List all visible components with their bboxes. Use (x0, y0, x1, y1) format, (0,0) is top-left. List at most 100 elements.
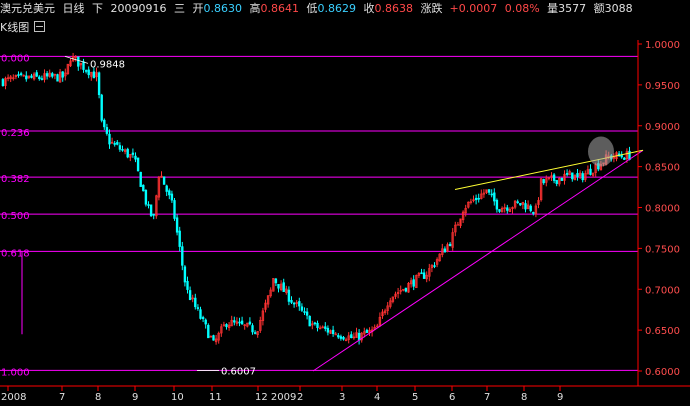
price-tick-label: 1.0000 (645, 40, 680, 51)
candle-down (350, 334, 353, 339)
candle-down (581, 173, 584, 181)
candle-down (324, 326, 327, 329)
candle-down (168, 190, 171, 196)
candle-down (487, 189, 491, 193)
candle-down (305, 311, 309, 316)
price-tick-label: 0.7000 (645, 285, 680, 296)
candle-down (19, 73, 23, 76)
candle-down (308, 315, 311, 327)
time-tick-label: 6 (449, 392, 455, 403)
candle-down (144, 190, 148, 205)
candle-down (207, 324, 210, 339)
candle-down (194, 297, 197, 308)
candle-down (196, 307, 200, 309)
time-tick-label: 7 (59, 392, 65, 403)
candle-down (248, 321, 252, 325)
price-tick-label: 0.7500 (645, 244, 680, 255)
price-tick-label: 0.8500 (645, 163, 680, 174)
candle-down (233, 320, 236, 323)
candle-down (126, 148, 129, 158)
candle-down (474, 197, 478, 201)
candle-down (433, 265, 436, 267)
candle-down (45, 73, 49, 77)
candle-down (292, 302, 296, 305)
candle-down (303, 311, 306, 313)
candle-down (212, 335, 215, 341)
candle-down (529, 205, 532, 212)
candle-down (35, 72, 38, 77)
candle-down (105, 127, 109, 134)
candle-down (560, 177, 564, 181)
time-tick-label: 2008 (1, 392, 26, 403)
fib-level-label: 0.382 (1, 174, 30, 185)
candle-down (188, 290, 192, 300)
candle-down (589, 168, 592, 175)
candle-down (108, 133, 111, 145)
candle-down (139, 171, 142, 187)
candle-down (277, 284, 280, 289)
price-tick-label: 0.9500 (645, 81, 680, 92)
candle-down (56, 74, 59, 82)
candle-down (147, 204, 150, 206)
price-annotation: 0.9848 (90, 59, 125, 70)
candle-down (113, 143, 116, 145)
price-tick-label: 0.6500 (645, 326, 680, 337)
candle-down (82, 61, 85, 70)
candle-down (313, 322, 317, 325)
time-tick-label: 11 (209, 392, 222, 403)
candle-down (623, 157, 626, 160)
candle-down (519, 203, 522, 206)
candle-down (136, 157, 140, 172)
time-tick-label: 5 (412, 392, 418, 403)
candle-down (337, 335, 340, 338)
candle-down (542, 179, 545, 184)
candle-down (339, 336, 343, 339)
candle-down (274, 278, 278, 284)
support-trendline (312, 149, 644, 372)
candle-down (404, 287, 408, 292)
candle-down (1, 79, 5, 86)
candlestick-chart[interactable]: 0.000 0.236 0.382 0.500 0.618 1.000 0.9848 0.6… (0, 0, 690, 406)
candle-down (183, 266, 187, 283)
candle-down (165, 185, 168, 192)
candle-down (175, 217, 179, 233)
candle-down (420, 272, 423, 275)
time-tick-label: 7 (484, 392, 490, 403)
highlight-circle (588, 136, 614, 167)
candle-down (201, 317, 205, 319)
fib-level-label: 0.236 (1, 128, 30, 139)
candle-down (495, 199, 499, 210)
candle-down (51, 73, 54, 77)
candle-down (121, 149, 124, 151)
candle-down (342, 337, 345, 340)
candle-down (25, 75, 28, 80)
candle-down (516, 201, 519, 203)
fib-level-label: 0.000 (1, 53, 30, 64)
candle-down (17, 74, 20, 76)
candle-down (38, 76, 41, 79)
candle-down (238, 321, 241, 324)
candle-up (456, 223, 460, 226)
candle-down (240, 320, 244, 325)
candle-down (118, 145, 122, 150)
candle-down (178, 230, 181, 247)
time-tick-label: 12 2009 (255, 392, 296, 403)
candle-down (199, 309, 202, 319)
candle-down (100, 94, 103, 121)
candle-down (316, 322, 319, 328)
candle-down (30, 75, 33, 78)
candle-down (498, 209, 501, 212)
candle-down (149, 204, 153, 217)
candle-down (448, 243, 452, 247)
candle-down (116, 142, 119, 145)
candle-down (357, 332, 361, 341)
candle-down (181, 246, 184, 266)
candle-down (552, 174, 556, 181)
candle-down (326, 327, 330, 333)
candle-down (477, 197, 480, 200)
candle-down (287, 289, 291, 302)
candle-down (365, 329, 369, 333)
candle-down (152, 213, 155, 216)
candle-down (173, 200, 176, 219)
time-tick-label: 10 (171, 392, 184, 403)
